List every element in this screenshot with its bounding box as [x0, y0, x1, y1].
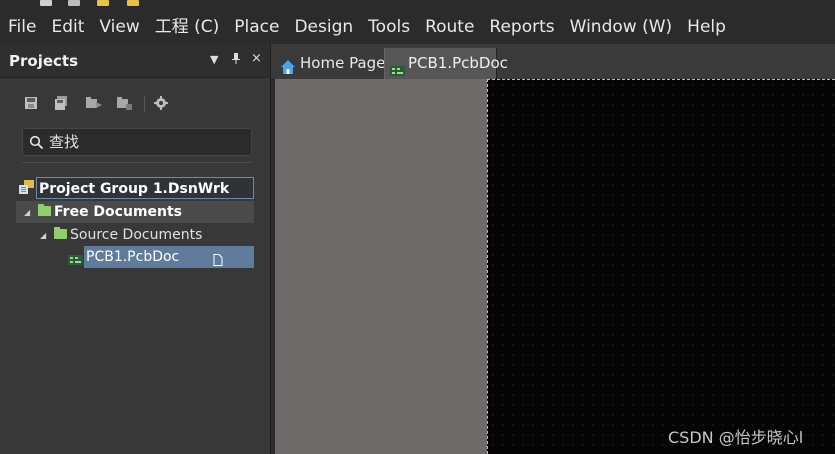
- settings-icon[interactable]: [154, 96, 168, 110]
- pcb-board-canvas[interactable]: [487, 79, 835, 454]
- menu-place[interactable]: Place: [226, 10, 286, 44]
- menu-view[interactable]: View: [91, 10, 146, 44]
- pcb-canvas-margin[interactable]: [275, 79, 487, 454]
- tab-pcb-document[interactable]: PCB1.PcbDoc: [384, 48, 508, 79]
- menu-design[interactable]: Design: [286, 10, 360, 44]
- menu-bar: File Edit View 工程 (C) Place Design Tools…: [0, 10, 835, 44]
- collapse-arrow-icon[interactable]: ◢: [40, 231, 46, 240]
- source-documents-row[interactable]: ◢ Source Documents: [16, 224, 254, 246]
- folder-icon: [54, 227, 67, 239]
- menu-reports[interactable]: Reports: [481, 10, 561, 44]
- pcb-file-icon: [68, 251, 83, 270]
- menu-edit[interactable]: Edit: [43, 10, 91, 44]
- menu-window[interactable]: Window (W): [562, 10, 680, 44]
- search-icon: [29, 135, 44, 154]
- save-icon[interactable]: [24, 96, 38, 110]
- menu-help[interactable]: Help: [679, 10, 733, 44]
- open-project-icon[interactable]: [86, 96, 102, 110]
- collapse-arrow-icon[interactable]: ◢: [24, 208, 30, 217]
- menu-route[interactable]: Route: [417, 10, 481, 44]
- search-box: [22, 128, 252, 156]
- panel-divider: [22, 162, 252, 163]
- menu-tools[interactable]: Tools: [360, 10, 417, 44]
- quick-folder2-icon[interactable]: [127, 0, 139, 6]
- project-group-icon: [19, 180, 35, 199]
- menu-file[interactable]: File: [0, 10, 43, 44]
- menu-project[interactable]: 工程 (C): [147, 10, 227, 44]
- document-state-icon: [213, 251, 223, 270]
- pcb-file-row[interactable]: PCB1.PcbDoc: [84, 246, 254, 268]
- tab-pcb-label: PCB1.PcbDoc: [408, 54, 508, 72]
- watermark: CSDN @怡步晓心l: [668, 428, 804, 447]
- pin-icon[interactable]: [231, 53, 241, 67]
- quick-save-icon[interactable]: [40, 0, 52, 6]
- projects-panel-title: Projects: [9, 52, 79, 70]
- projects-panel: Projects ▼ × Project Group 1.DsnWrk ◢: [0, 44, 271, 454]
- folder-icon: [38, 204, 51, 216]
- title-bar-strip: [0, 0, 835, 10]
- source-documents-label: Source Documents: [70, 227, 203, 243]
- projects-panel-header: Projects ▼ ×: [0, 44, 270, 78]
- toolbar-separator: [144, 96, 145, 112]
- chevron-down-icon[interactable]: ▼: [210, 53, 218, 66]
- save-all-icon[interactable]: [54, 96, 68, 110]
- document-tabs: Home Page PCB1.PcbDoc: [271, 44, 835, 80]
- project-group-row[interactable]: Project Group 1.DsnWrk: [16, 177, 254, 199]
- tab-home-page[interactable]: Home Page: [278, 48, 386, 79]
- search-input[interactable]: [49, 131, 244, 153]
- close-icon[interactable]: ×: [251, 51, 262, 66]
- pcb-file-label: PCB1.PcbDoc: [86, 249, 180, 265]
- free-documents-row[interactable]: ◢ Free Documents: [16, 201, 254, 223]
- free-documents-label: Free Documents: [54, 204, 183, 220]
- project-group-label[interactable]: Project Group 1.DsnWrk: [36, 177, 254, 199]
- quick-open-icon[interactable]: [68, 0, 80, 6]
- close-project-icon[interactable]: [117, 96, 132, 110]
- tab-home-label: Home Page: [300, 54, 386, 72]
- quick-folder-icon[interactable]: [97, 0, 109, 6]
